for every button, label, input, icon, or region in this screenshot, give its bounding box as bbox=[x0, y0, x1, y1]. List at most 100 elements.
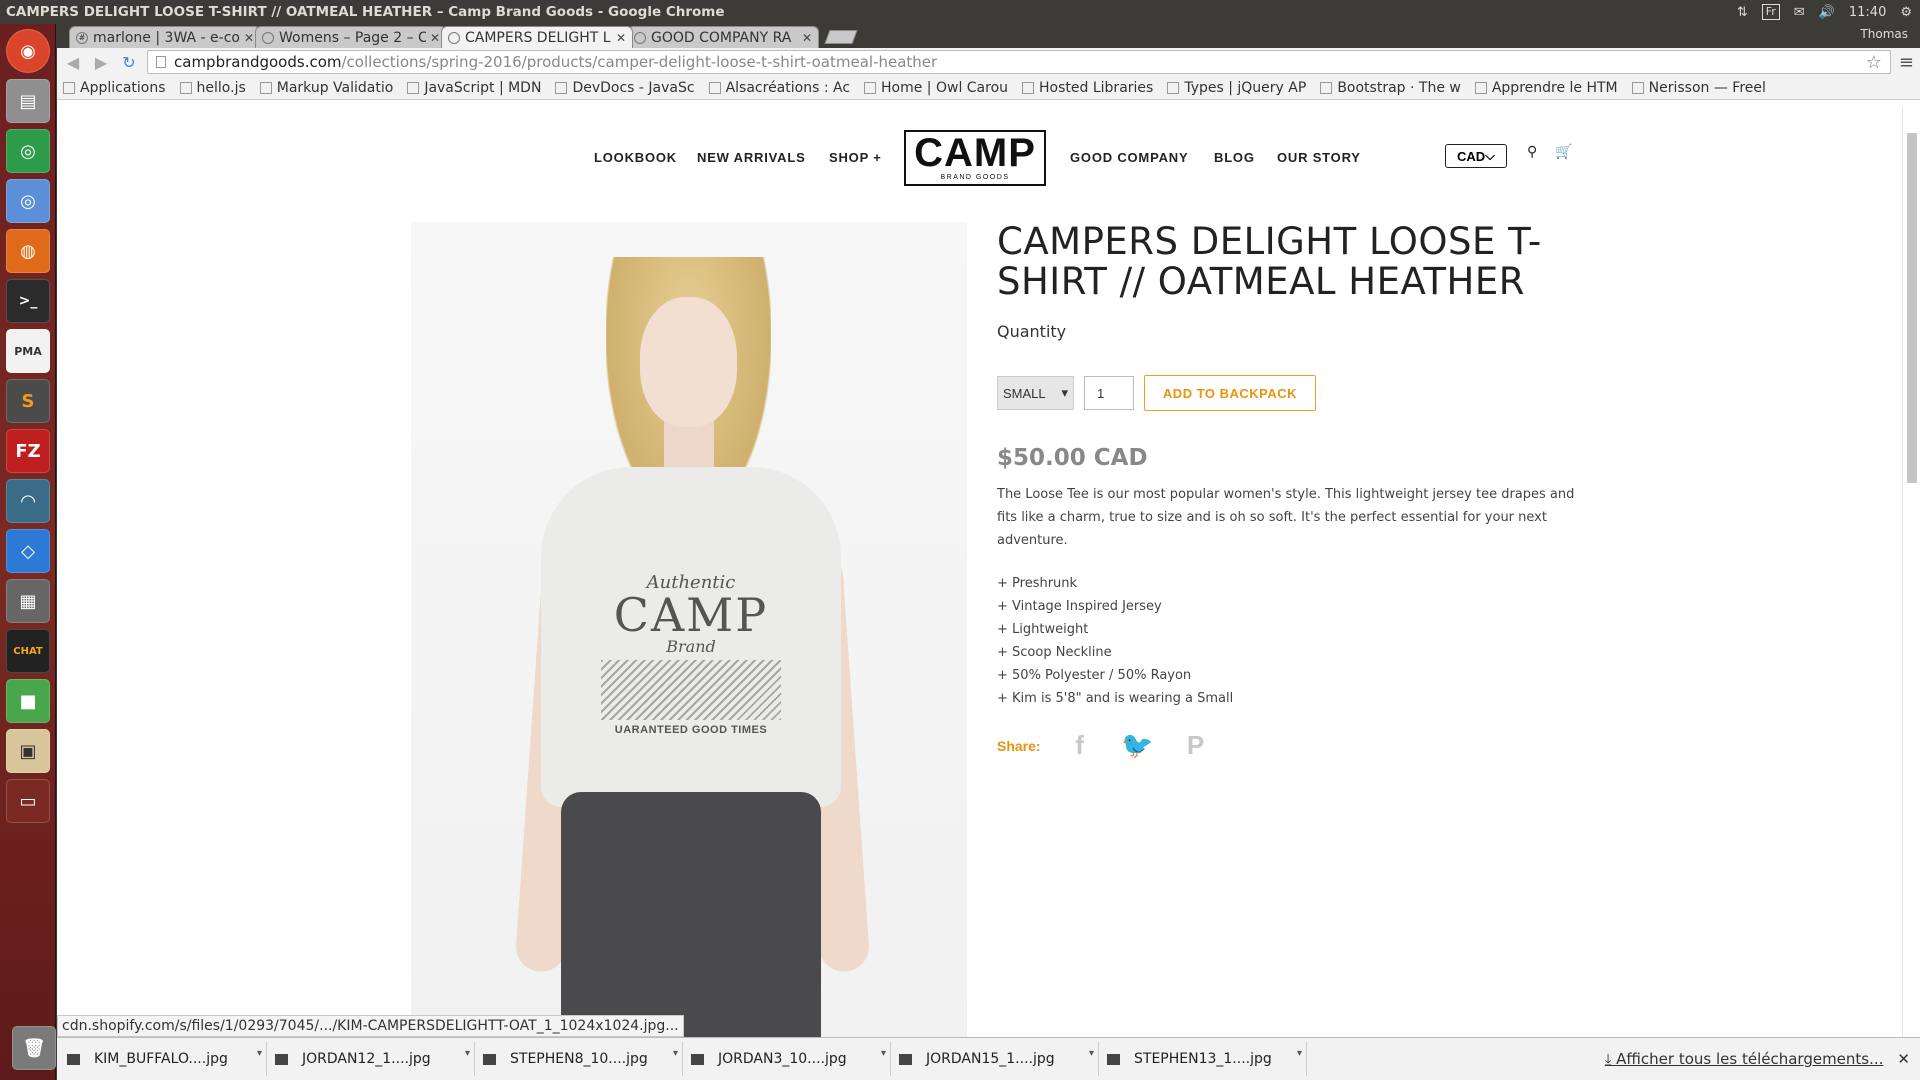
ubuntu-dash-icon[interactable]: ◉ bbox=[6, 29, 50, 73]
download-item[interactable]: JORDAN12_1....jpg ▾ bbox=[269, 1042, 475, 1076]
bookmark-label: Bootstrap · The w bbox=[1337, 79, 1461, 96]
pinterest-icon[interactable]: P bbox=[1177, 730, 1215, 761]
nav-our-story[interactable]: OUR STORY bbox=[1277, 150, 1361, 165]
download-item[interactable]: KIM_BUFFALO....jpg ▾ bbox=[61, 1042, 267, 1076]
tab-label: GOOD COMPANY RA bbox=[651, 29, 792, 46]
cart-icon[interactable]: 🛒 bbox=[1555, 144, 1572, 160]
currency-select[interactable]: CAD ⌵ bbox=[1445, 144, 1507, 168]
download-filename: KIM_BUFFALO....jpg bbox=[94, 1051, 228, 1067]
chromium-icon[interactable]: ◎ bbox=[6, 179, 50, 223]
tab-campers-delight[interactable]: CAMPERS DELIGHT L ✕ bbox=[441, 26, 633, 48]
caret-down-icon[interactable]: ▾ bbox=[673, 1048, 678, 1059]
camp-logo[interactable]: CAMP BRAND GOODS bbox=[904, 130, 1046, 186]
cube-app-icon[interactable]: ■ bbox=[6, 679, 50, 723]
bookmark-jquery-types[interactable]: Types | jQuery AP bbox=[1167, 80, 1306, 96]
quantity-input[interactable]: 1 bbox=[1084, 376, 1134, 410]
quantity-label: Quantity bbox=[997, 322, 1067, 341]
workspace-switcher-icon[interactable]: ▭ bbox=[6, 779, 50, 823]
tab-close-icon[interactable]: ✕ bbox=[244, 31, 254, 45]
keyboard-layout-indicator[interactable]: Fr bbox=[1761, 4, 1780, 20]
clock[interactable]: 11:40 bbox=[1849, 5, 1886, 20]
settings-gear-icon[interactable]: ⚙ bbox=[1900, 5, 1912, 20]
tab-close-icon[interactable]: ✕ bbox=[616, 31, 626, 45]
print-line: UARANTEED GOOD TIMES bbox=[614, 724, 768, 736]
close-icon[interactable]: ✕ bbox=[1897, 1050, 1910, 1068]
tab-label: marlone | 3WA - e-co bbox=[93, 29, 240, 46]
show-all-downloads-link[interactable]: ⤓ Afficher tous les téléchargements... bbox=[1605, 1050, 1884, 1068]
bookmark-alsacreations[interactable]: Alsacréations : Ac bbox=[708, 80, 850, 96]
filezilla-icon[interactable]: FZ bbox=[6, 429, 50, 473]
mail-icon[interactable]: ✉ bbox=[1794, 5, 1805, 20]
feature-item: + 50% Polyester / 50% Rayon bbox=[997, 668, 1192, 683]
bookmark-nerisson[interactable]: Nerisson — Freel bbox=[1631, 80, 1766, 96]
twitter-icon[interactable]: 🐦 bbox=[1119, 730, 1157, 761]
phpmyadmin-icon[interactable]: PMA bbox=[6, 329, 50, 373]
bookmark-label: JavaScript | MDN bbox=[424, 79, 542, 96]
bookmark-bootstrap[interactable]: Bootstrap · The w bbox=[1320, 80, 1461, 96]
sublime-text-icon[interactable]: S bbox=[6, 379, 50, 423]
nav-good-company[interactable]: GOOD COMPANY bbox=[1070, 150, 1188, 165]
download-item[interactable]: STEPHEN13_1....jpg ▾ bbox=[1101, 1042, 1307, 1076]
download-item[interactable]: JORDAN3_10....jpg ▾ bbox=[685, 1042, 891, 1076]
bootstrap-icon bbox=[1320, 81, 1333, 94]
calculator-icon[interactable]: ▦ bbox=[6, 579, 50, 623]
dropbox-icon[interactable]: ◇ bbox=[6, 529, 50, 573]
tab-favicon-icon bbox=[634, 31, 646, 44]
download-filename: STEPHEN13_1....jpg bbox=[1134, 1051, 1272, 1067]
back-arrow-icon[interactable]: ◀ bbox=[63, 52, 83, 72]
download-item[interactable]: STEPHEN8_10....jpg ▾ bbox=[477, 1042, 683, 1076]
size-select[interactable]: SMALL ▾ bbox=[997, 376, 1074, 410]
chat-app-icon[interactable]: CHAT bbox=[6, 629, 50, 673]
page-scrollbar[interactable] bbox=[1902, 108, 1920, 1037]
tab-close-icon[interactable]: ✕ bbox=[802, 31, 812, 45]
mdn-icon bbox=[407, 81, 420, 94]
reload-icon[interactable]: ↻ bbox=[119, 52, 139, 72]
bookmark-hosted-libraries[interactable]: Hosted Libraries bbox=[1022, 80, 1153, 96]
tab-good-company[interactable]: GOOD COMPANY RA ✕ bbox=[627, 26, 819, 48]
nav-blog[interactable]: BLOG bbox=[1214, 150, 1255, 165]
bookmark-applications[interactable]: Applications bbox=[63, 80, 166, 96]
search-icon[interactable]: ⚲ bbox=[1527, 144, 1537, 160]
download-item[interactable]: JORDAN15_1....jpg ▾ bbox=[893, 1042, 1099, 1076]
nav-new-arrivals[interactable]: NEW ARRIVALS bbox=[697, 150, 806, 165]
tab-close-icon[interactable]: ✕ bbox=[430, 31, 440, 45]
new-tab-button[interactable] bbox=[824, 30, 858, 44]
remmina-icon[interactable]: ◠ bbox=[6, 479, 50, 523]
image-viewer-icon[interactable]: ▣ bbox=[6, 729, 50, 773]
trash-icon[interactable]: 🗑 bbox=[12, 1026, 56, 1070]
product-image[interactable]: Authentic CAMP Brand UARANTEED GOOD TIME… bbox=[411, 222, 967, 1037]
caret-down-icon[interactable]: ▾ bbox=[465, 1048, 470, 1059]
bookmark-mdn[interactable]: JavaScript | MDN bbox=[407, 80, 541, 96]
nav-shop[interactable]: SHOP + bbox=[829, 150, 882, 165]
chrome-menu-icon[interactable]: ≡ bbox=[1899, 52, 1914, 73]
bookmark-apprendre-html[interactable]: Apprendre le HTM bbox=[1474, 80, 1618, 96]
add-to-backpack-button[interactable]: ADD TO BACKPACK bbox=[1144, 375, 1316, 411]
caret-down-icon[interactable]: ▾ bbox=[1089, 1048, 1094, 1059]
firefox-icon[interactable]: ◍ bbox=[6, 229, 50, 273]
forward-arrow-icon[interactable]: ▶ bbox=[91, 52, 111, 72]
tab-marlone[interactable]: # marlone | 3WA - e-co ✕ bbox=[69, 26, 261, 48]
volume-icon[interactable]: 🔊 bbox=[1819, 5, 1835, 20]
address-bar[interactable]: campbrandgoods.com /collections/spring-2… bbox=[147, 50, 1891, 74]
file-icon bbox=[67, 1053, 80, 1065]
bookmark-hellojs[interactable]: hello.js bbox=[179, 80, 246, 96]
files-icon[interactable]: ▤ bbox=[6, 79, 50, 123]
code-icon bbox=[1022, 81, 1035, 94]
caret-down-icon[interactable]: ▾ bbox=[1297, 1048, 1302, 1059]
chrome-icon[interactable]: ◎ bbox=[6, 129, 50, 173]
terminal-icon[interactable]: >_ bbox=[6, 279, 50, 323]
bookmark-owl-carousel[interactable]: Home | Owl Carou bbox=[864, 80, 1008, 96]
tab-womens[interactable]: Womens – Page 2 – C ✕ bbox=[255, 26, 447, 48]
nav-lookbook[interactable]: LOOKBOOK bbox=[594, 150, 677, 165]
bookmark-devdocs[interactable]: DevDocs - JavaSc bbox=[555, 80, 695, 96]
scrollbar-thumb[interactable] bbox=[1907, 133, 1917, 483]
caret-down-icon[interactable]: ▾ bbox=[881, 1048, 886, 1059]
caret-down-icon[interactable]: ▾ bbox=[257, 1048, 262, 1059]
unity-launcher: ◉ ▤ ◎ ◎ ◍ >_ PMA S FZ ◠ ◇ ▦ CHAT ■ ▣ ▭ 🗑 bbox=[0, 24, 56, 1080]
network-icon[interactable]: ⇅ bbox=[1737, 5, 1748, 20]
bookmark-star-icon[interactable]: ☆ bbox=[1866, 52, 1882, 73]
download-filename: JORDAN12_1....jpg bbox=[302, 1051, 431, 1067]
bookmark-markup-validation[interactable]: Markup Validatio bbox=[259, 80, 393, 96]
facebook-icon[interactable]: f bbox=[1061, 730, 1099, 761]
profile-name[interactable]: Thomas bbox=[1860, 27, 1908, 41]
